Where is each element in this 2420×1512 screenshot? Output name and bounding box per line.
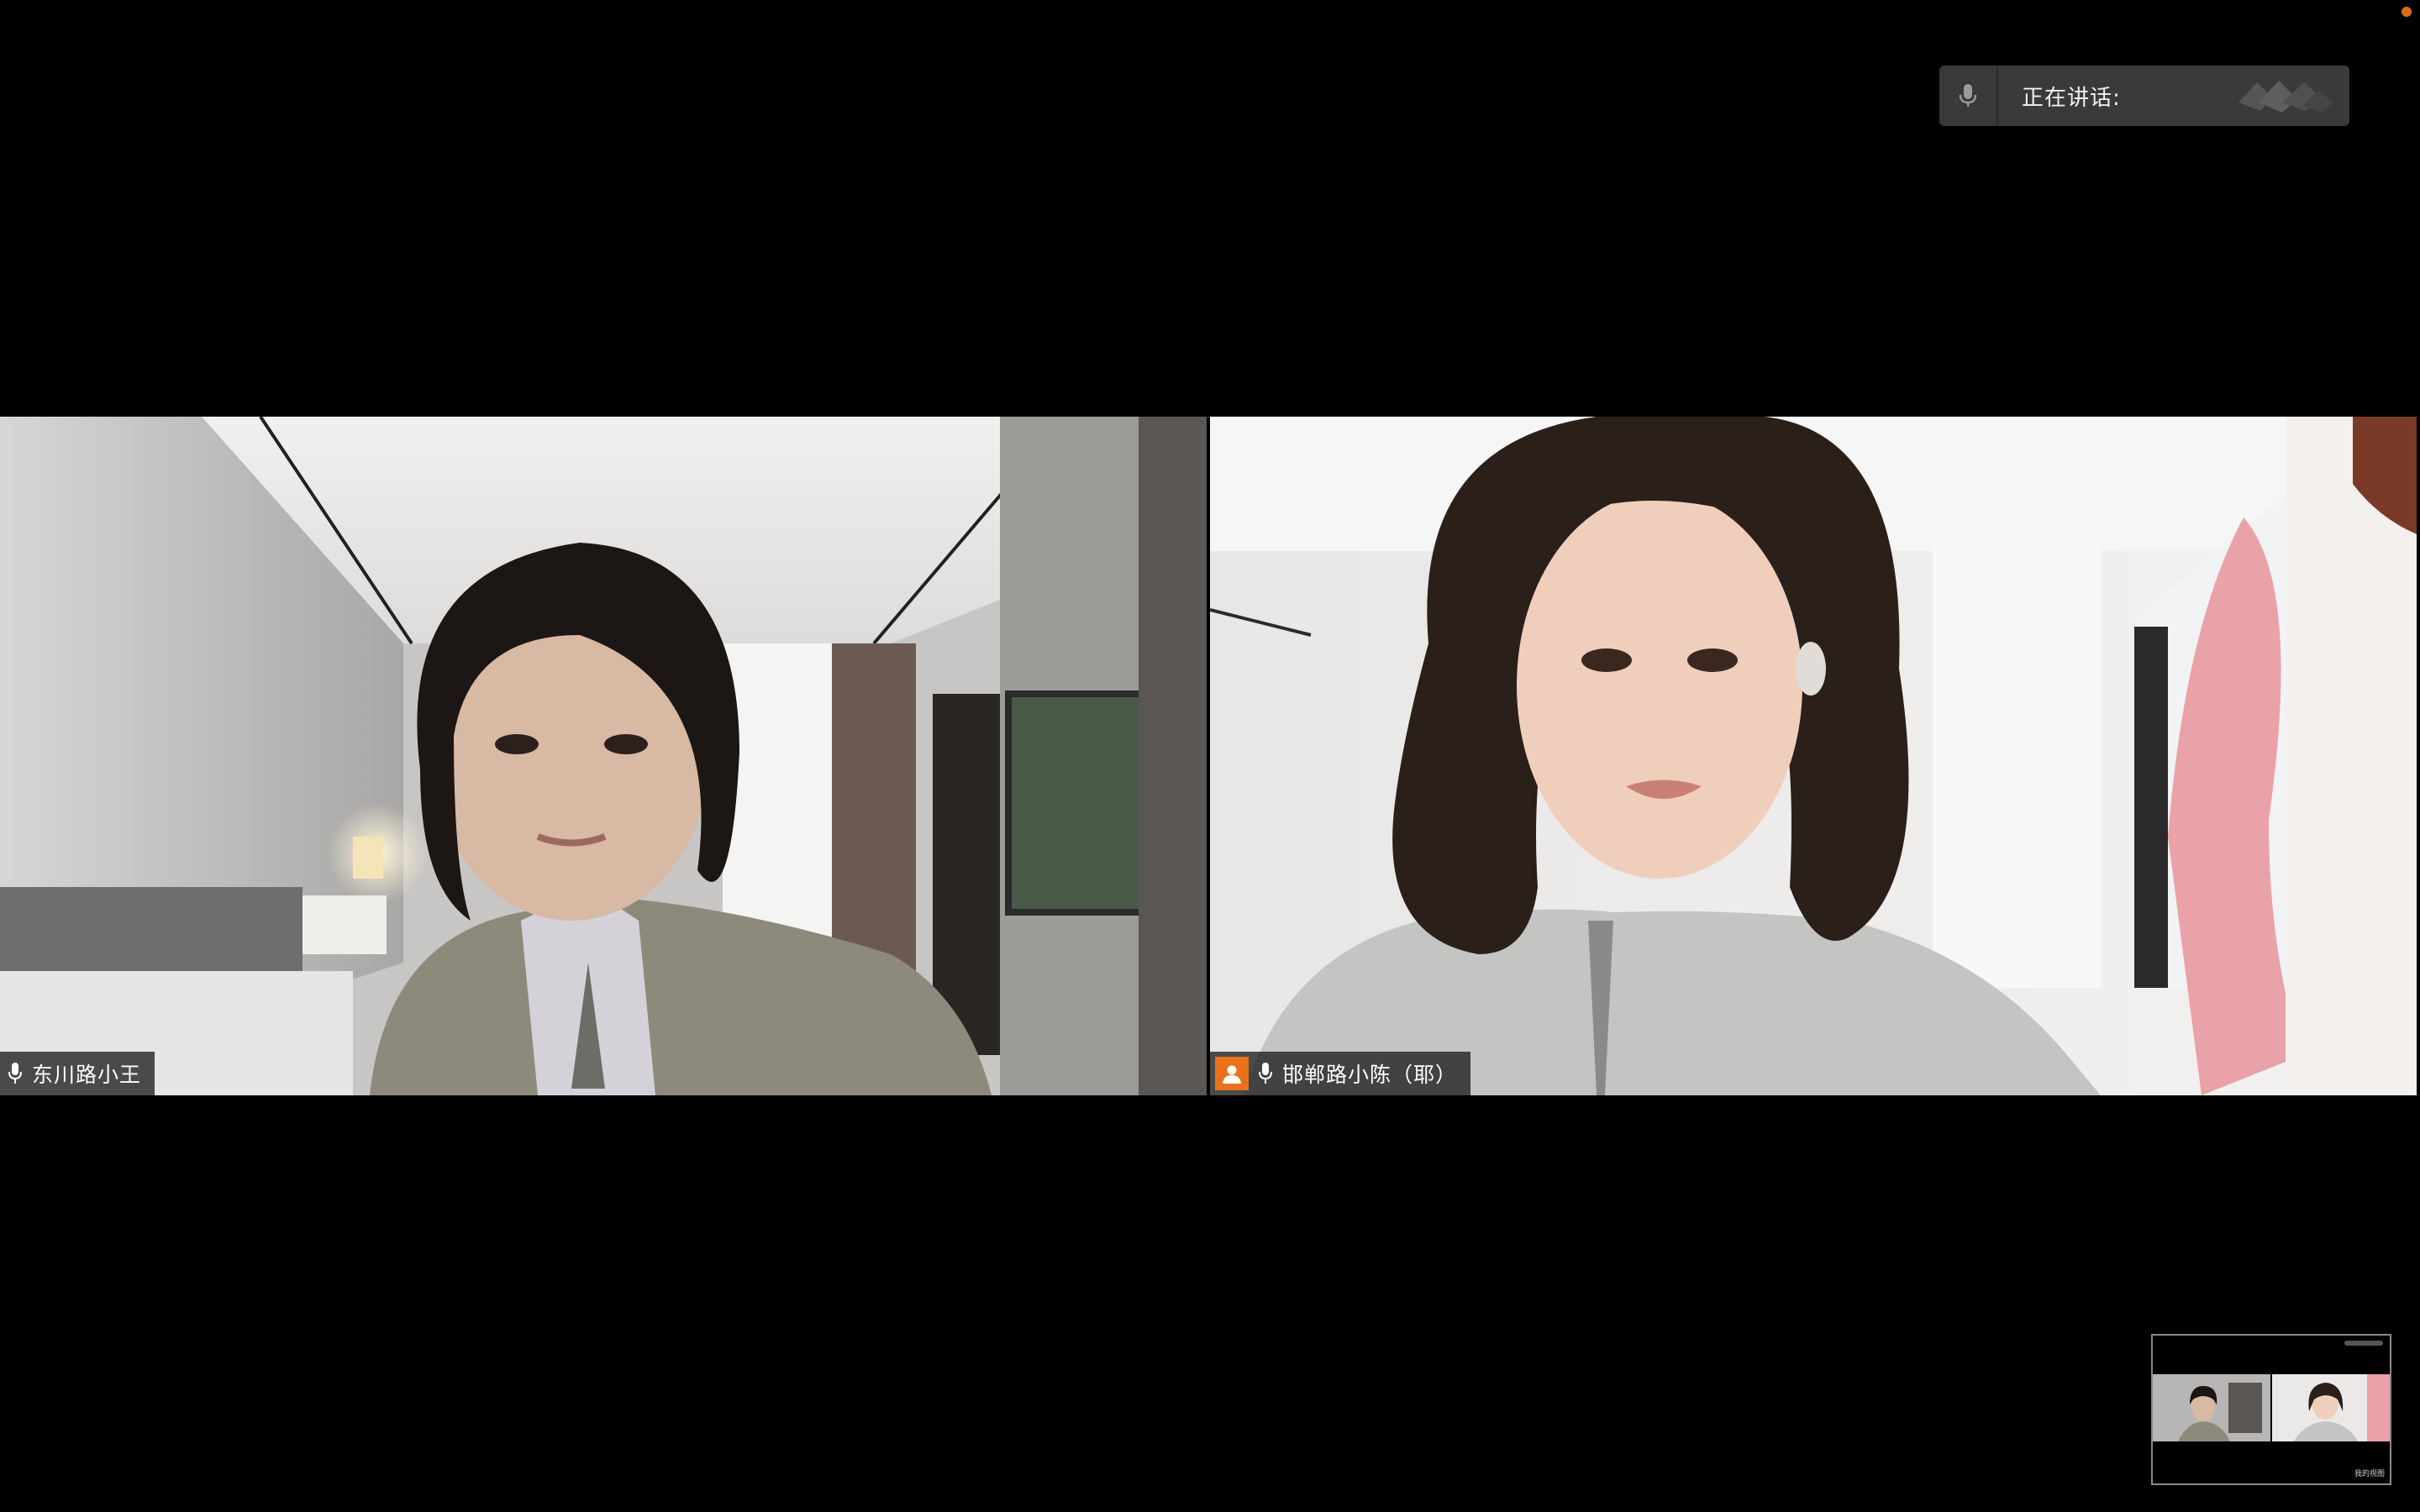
meeting-window: 正在讲话: 东川路小王 邯郸路小陈（耶） 我的视图 (0, 0, 2420, 1512)
thumbnail-video-feed (2153, 1374, 2390, 1441)
participant-name-tag: 东川路小王 (0, 1052, 155, 1095)
video-tile-participant-2[interactable]: 邯郸路小陈（耶） (1210, 417, 2417, 1095)
speaker-waves-icon (2238, 81, 2333, 113)
participant-video-feed (1210, 417, 2417, 1095)
thumbnail-controls[interactable] (2344, 1341, 2383, 1346)
speaking-indicator[interactable]: 正在讲话: (1939, 66, 2349, 126)
participant-name: 东川路小王 (32, 1063, 142, 1087)
mic-icon (1259, 1063, 1272, 1084)
self-view-thumbnail[interactable]: 我的视图 (2151, 1334, 2391, 1485)
status-dot (2402, 7, 2412, 17)
participant-name-tag: 邯郸路小陈（耶） (1210, 1052, 1471, 1095)
speaking-label: 正在讲话: (2022, 85, 2121, 111)
participant-video-feed (0, 417, 1207, 1095)
person-icon (1215, 1057, 1249, 1090)
mic-icon (8, 1063, 22, 1084)
self-view-caption: 我的视图 (2354, 1470, 2385, 1478)
video-tile-participant-1[interactable]: 东川路小王 (0, 417, 1207, 1095)
speaking-mic-icon (1939, 66, 1998, 126)
participant-name: 邯郸路小陈（耶） (1282, 1063, 1458, 1087)
